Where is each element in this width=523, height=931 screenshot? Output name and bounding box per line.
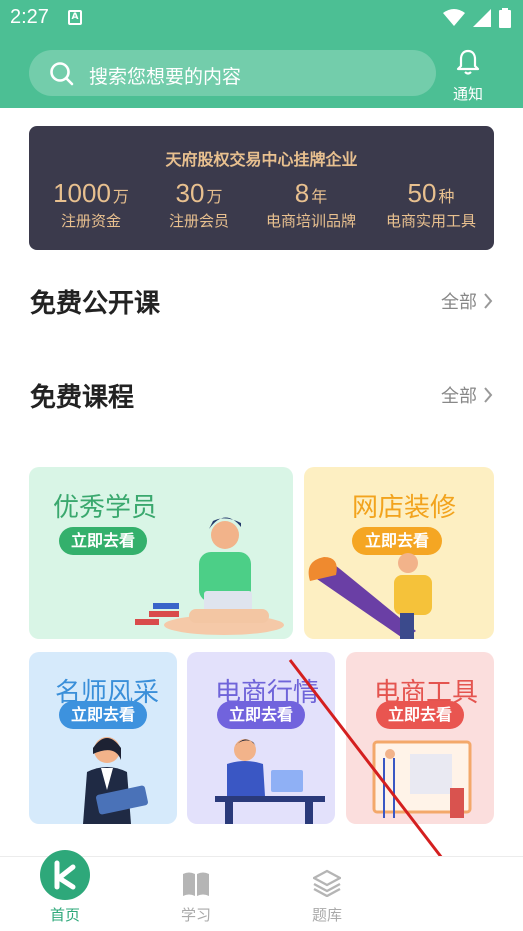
book-icon (183, 872, 209, 896)
bell-icon (456, 49, 480, 75)
signal-icon (473, 9, 491, 27)
more-label: 全部 (441, 292, 477, 313)
search-input[interactable]: 搜索您想要的内容 (29, 50, 436, 96)
status-time: 2:27 (10, 6, 49, 28)
status-icons (443, 8, 511, 28)
free-course-more-link[interactable]: 全部 (441, 382, 493, 408)
section-title-open-course: 免费公开课 (30, 289, 161, 319)
tab-label: 学习 (180, 906, 211, 924)
open-course-more-link[interactable]: 全部 (441, 288, 493, 314)
card-shop-decoration[interactable]: 网店装修 立即去看 (304, 467, 494, 639)
card-title: 网店装修 (352, 493, 457, 523)
home-logo-icon (40, 850, 90, 900)
student-illustration (135, 517, 284, 635)
stat-label: 电商实用工具 (385, 212, 476, 230)
tab-profile[interactable] (393, 857, 523, 931)
stat-registered-members: 30 万 注册会员 (141, 178, 257, 231)
stat-unit: 年 (311, 187, 328, 206)
header: 搜索您想要的内容 通知 (0, 36, 523, 108)
card-excellent-students[interactable]: 优秀学员 立即去看 (29, 467, 293, 639)
stat-label: 电商培训品牌 (265, 212, 356, 230)
painter-illustration (308, 553, 432, 639)
stat-label: 注册会员 (168, 212, 229, 230)
stat-value: 50 (407, 178, 437, 208)
stat-label: 注册资金 (60, 212, 121, 230)
stat-unit: 种 (438, 187, 455, 206)
layers-icon (313, 869, 341, 897)
search-icon (50, 62, 74, 86)
stat-training-years: 8年 电商培训品牌 (249, 178, 373, 231)
stat-value: 1000 (53, 178, 111, 208)
stat-unit: 万 (206, 187, 223, 206)
tab-study[interactable]: 学习 (131, 857, 261, 931)
notification-icon: A (68, 10, 82, 25)
notify-label: 通知 (452, 85, 483, 103)
more-label: 全部 (441, 386, 477, 407)
banner-title: 天府股权交易中心挂牌企业 (165, 150, 358, 169)
stat-value: 8 (294, 178, 310, 208)
stat-unit: 万 (112, 187, 129, 206)
chevron-right-icon (484, 293, 493, 309)
tab-label: 首页 (49, 906, 80, 924)
section-title-free-course: 免费课程 (30, 383, 135, 413)
status-bar: 2:27 A (0, 0, 523, 36)
notification-button[interactable]: 通知 (448, 46, 488, 103)
tab-question-bank[interactable]: 题库 (262, 857, 392, 931)
tab-label: 题库 (311, 906, 342, 924)
stat-tools: 50 种 电商实用工具 (369, 178, 493, 231)
stat-value: 30 (175, 178, 205, 208)
search-placeholder: 搜索您想要的内容 (89, 66, 242, 88)
chevron-right-icon (484, 387, 493, 403)
view-now-button[interactable]: 立即去看 (59, 701, 147, 729)
promo-banner[interactable]: 天府股权交易中心挂牌企业 1000 万 注册资金 30 万 注册会员 8年 电商培训… (29, 126, 494, 250)
card-teacher-showcase[interactable]: 名师风采 立即去看 (29, 652, 177, 824)
stat-registered-capital: 1000 万 注册资金 (33, 178, 149, 231)
tab-home[interactable]: 首页 (0, 850, 130, 931)
battery-icon (499, 8, 511, 28)
bottom-tab-bar: 首页 学习 题库 (0, 850, 523, 931)
wifi-icon (443, 9, 465, 26)
teacher-illustration (83, 737, 148, 824)
